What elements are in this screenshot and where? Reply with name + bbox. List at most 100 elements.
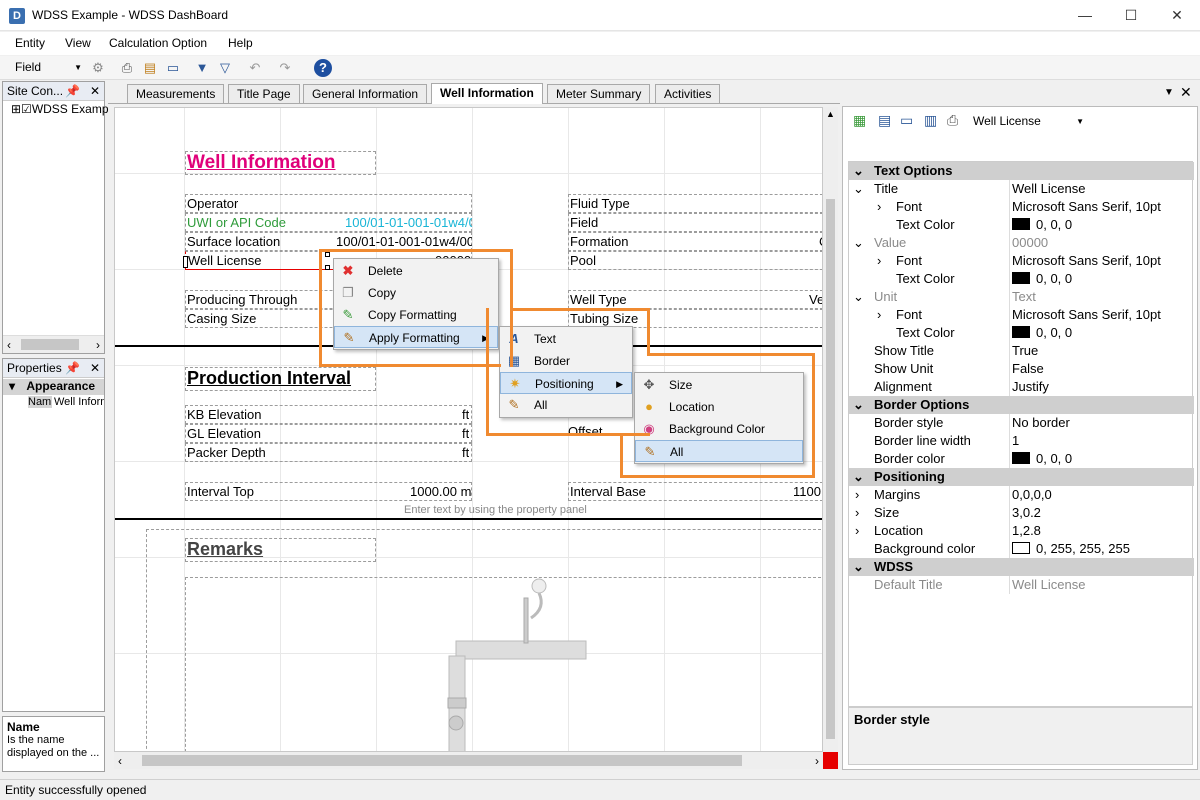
horizontal-scrollbar[interactable]: ‹ › xyxy=(3,335,104,353)
remarks-title-box[interactable]: Remarks xyxy=(185,538,376,562)
expand-icon: › xyxy=(855,505,860,520)
text-options-section[interactable]: ⌄ Text Options xyxy=(849,162,1194,180)
window-icon[interactable]: ▭ xyxy=(164,59,182,77)
prop-border-color[interactable]: Border color 0, 0, 0 xyxy=(849,450,1194,468)
element-combo[interactable]: Well License ▼ xyxy=(968,112,1088,130)
close-icon[interactable]: ✕ xyxy=(90,84,100,98)
remarks-image-box[interactable] xyxy=(185,577,822,751)
add-icon[interactable]: ▦ xyxy=(853,112,866,129)
appearance-section[interactable]: ▾ Appearance xyxy=(3,379,104,395)
filter-edit-icon[interactable]: ▽ xyxy=(216,59,234,77)
document-icon[interactable]: ▥ xyxy=(924,112,937,129)
prop-alignment[interactable]: Alignment Justify xyxy=(849,378,1194,396)
name-row[interactable]: Nam Well Inform xyxy=(3,395,104,411)
property-grid: ⌄ Text Options ⌄ Title Well License › Font Mi… xyxy=(848,161,1194,707)
collapse-icon: ⌄ xyxy=(853,469,864,484)
menu-background-color[interactable]: ◉ Background Color xyxy=(635,418,803,440)
menu-size[interactable]: ✥ Size xyxy=(635,374,803,396)
prop-title[interactable]: ⌄ Title Well License xyxy=(849,180,1194,198)
tab-well-information[interactable]: Well Information xyxy=(431,83,543,104)
field-kb-elevation[interactable]: KB Elevation ft xyxy=(185,405,472,424)
minimize-button[interactable]: — xyxy=(1062,0,1108,31)
field-formation[interactable]: FormationC xyxy=(568,232,822,251)
positioning-section[interactable]: ⌄ Positioning xyxy=(849,468,1194,486)
prop-value[interactable]: ⌄ Value 00000 xyxy=(849,234,1194,252)
menu-help[interactable]: Help xyxy=(228,36,253,50)
tab-general-information[interactable]: General Information xyxy=(303,84,428,103)
menu-calculation-option[interactable]: Calculation Option xyxy=(109,36,207,50)
tree-item-site[interactable]: ⊞☑WDSS Examp xyxy=(11,102,109,116)
menu-all-positioning[interactable]: ✎ All xyxy=(635,440,803,462)
collapse-icon: ⌄ xyxy=(853,163,864,178)
horizontal-scrollbar-canvas[interactable]: ‹ › xyxy=(114,752,823,769)
prop-border-line-width[interactable]: Border line width 1 xyxy=(849,432,1194,450)
prop-unit-font[interactable]: › Font Microsoft Sans Serif, 10pt xyxy=(849,306,1194,324)
tab-activities[interactable]: Activities xyxy=(655,84,721,103)
field-fluid-type[interactable]: Fluid Type xyxy=(568,194,822,213)
field-operator[interactable]: Operator xyxy=(185,194,472,213)
prop-show-unit[interactable]: Show Unit False xyxy=(849,360,1194,378)
filter-icon[interactable]: ▼ xyxy=(193,59,211,77)
redo-icon[interactable]: ↷ xyxy=(276,59,294,77)
pin-icon[interactable]: 📌 xyxy=(65,84,80,98)
prop-background-color[interactable]: Background color 0, 255, 255, 255 xyxy=(849,540,1194,558)
positioning-submenu: ✥ Size ● Location ◉ Background Color ✎ All xyxy=(634,372,804,464)
maximize-button[interactable]: ☐ xyxy=(1108,0,1154,31)
field-uwi[interactable]: UWI or API Code 100/01-01-001-01w4/0 xyxy=(185,213,472,232)
field-pool[interactable]: Pool xyxy=(568,251,822,270)
color-swatch xyxy=(1012,542,1030,554)
collapse-icon: ⌄ xyxy=(853,181,864,196)
corner-indicator xyxy=(823,752,838,769)
lock-icon[interactable]: ▤ xyxy=(878,112,891,129)
production-interval-title: Production Interval xyxy=(187,368,352,388)
tab-title-page[interactable]: Title Page xyxy=(228,84,300,103)
prop-location[interactable]: › Location 1,2.8 xyxy=(849,522,1194,540)
prop-title-text-color[interactable]: Text Color 0, 0, 0 xyxy=(849,216,1194,234)
color-swatch xyxy=(1012,218,1030,230)
print-icon[interactable]: ⎙ xyxy=(118,59,136,77)
undo-icon[interactable]: ↶ xyxy=(246,59,264,77)
field-combo[interactable]: Field ▼ xyxy=(10,58,86,76)
field-well-type[interactable]: Well Type Ve xyxy=(568,290,822,309)
prop-show-title[interactable]: Show Title True xyxy=(849,342,1194,360)
production-interval-title-box[interactable]: Production Interval xyxy=(185,367,376,391)
gear-icon[interactable]: ⚙ xyxy=(89,59,107,77)
site-contents-panel: Site Con... 📌 ✕ ⊞☑WDSS Examp ‹ › xyxy=(2,81,109,354)
prop-value-font[interactable]: › Font Microsoft Sans Serif, 10pt xyxy=(849,252,1194,270)
wdss-section[interactable]: ⌄ WDSS xyxy=(849,558,1194,576)
field-field[interactable]: Field xyxy=(568,213,822,232)
well-information-title-box[interactable]: Well Information xyxy=(185,151,376,175)
menu-view[interactable]: View xyxy=(65,36,91,50)
vertical-scrollbar[interactable]: ▲ xyxy=(823,107,838,752)
prop-border-style[interactable]: Border style No border xyxy=(849,414,1194,432)
prop-unit-text-color[interactable]: Text Color 0, 0, 0 xyxy=(849,324,1194,342)
prop-default-title[interactable]: Default Title Well License xyxy=(849,576,1194,594)
color-swatch xyxy=(1012,272,1030,284)
field-interval-base[interactable]: Interval Base 1100. xyxy=(568,482,822,501)
menu-location[interactable]: ● Location xyxy=(635,396,803,418)
prop-value-text-color[interactable]: Text Color 0, 0, 0 xyxy=(849,270,1194,288)
close-icon[interactable]: ✕ xyxy=(90,361,100,375)
window-icon[interactable]: ▭ xyxy=(900,112,913,129)
property-panel-hint: Enter text by using the property panel xyxy=(404,504,587,516)
print-icon[interactable]: ⎙ xyxy=(947,112,958,129)
field-gl-elevation[interactable]: GL Elevation ft xyxy=(185,424,472,443)
properties-panel: Properties 📌 ✕ ▾ Appearance Nam Well Inform xyxy=(2,358,105,712)
menu-entity[interactable]: Entity xyxy=(15,36,45,50)
prop-size[interactable]: › Size 3,0.2 xyxy=(849,504,1194,522)
border-options-section[interactable]: ⌄ Border Options xyxy=(849,396,1194,414)
document-icon[interactable]: ▤ xyxy=(141,59,159,77)
prop-title-font[interactable]: › Font Microsoft Sans Serif, 10pt xyxy=(849,198,1194,216)
close-tab-icon[interactable]: ✕ xyxy=(1180,84,1192,101)
field-packer-depth[interactable]: Packer Depth ft xyxy=(185,443,472,462)
tab-measurements[interactable]: Measurements xyxy=(127,84,225,103)
tab-meter-summary[interactable]: Meter Summary xyxy=(547,84,651,103)
prop-unit[interactable]: ⌄ Unit Text xyxy=(849,288,1194,306)
prop-margins[interactable]: › Margins 0,0,0,0 xyxy=(849,486,1194,504)
field-interval-top[interactable]: Interval Top 1000.00 m xyxy=(185,482,472,501)
tab-dropdown-icon[interactable]: ▼ xyxy=(1164,87,1174,98)
close-button[interactable]: ✕ xyxy=(1154,0,1200,31)
help-icon[interactable]: ? xyxy=(314,59,332,77)
pin-icon[interactable]: 📌 xyxy=(65,361,80,375)
brush-icon: ✎ xyxy=(644,444,656,459)
